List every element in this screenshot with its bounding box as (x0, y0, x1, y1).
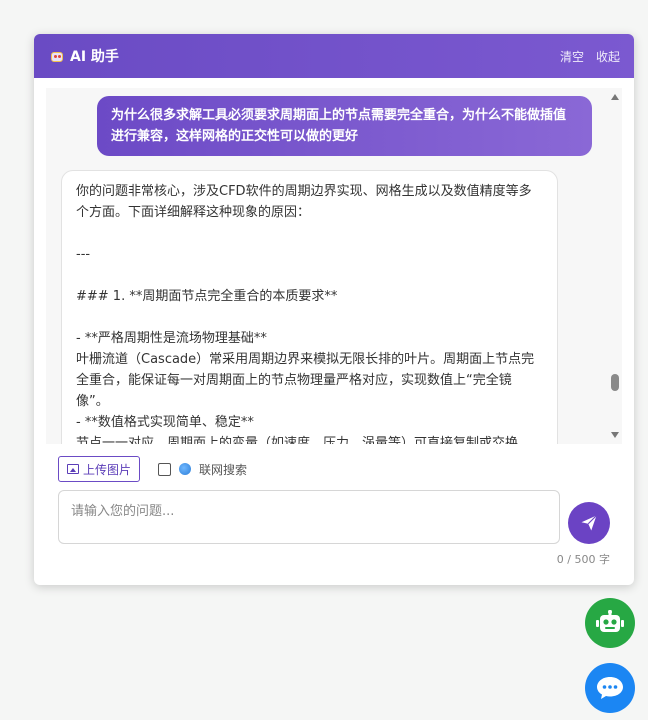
web-search-label: 联网搜索 (199, 462, 248, 477)
panel-title-group: AI 助手 (50, 46, 119, 66)
header-actions: 清空 收起 (560, 48, 620, 65)
robot-icon (50, 49, 64, 63)
image-icon (67, 464, 79, 474)
scroll-up-icon[interactable] (611, 94, 619, 100)
web-search-checkbox[interactable] (158, 462, 172, 476)
send-button[interactable] (568, 502, 610, 544)
ai-message: 你的问题非常核心，涉及CFD软件的周期边界实现、网格生成以及数值精度等多个方面。… (61, 170, 558, 444)
upload-image-button[interactable]: 上传图片 (58, 456, 141, 482)
robot-fab-button[interactable] (585, 598, 635, 648)
collapse-button[interactable]: 收起 (596, 48, 620, 65)
scrollbar-thumb[interactable] (611, 374, 619, 391)
panel-title: AI 助手 (70, 49, 119, 65)
ai-assistant-panel: AI 助手 清空 收起 为什么很多求解工具必须要求周期面上的节点需要完全重合，为… (34, 34, 634, 585)
clear-button[interactable]: 清空 (560, 48, 584, 65)
input-toolbar: 上传图片 联网搜索 (58, 456, 247, 482)
upload-image-label: 上传图片 (83, 462, 132, 477)
globe-icon (179, 463, 192, 475)
paper-plane-icon (581, 515, 597, 531)
chat-bubble-icon (597, 677, 623, 699)
user-message: 为什么很多求解工具必须要求周期面上的节点需要完全重合，为什么不能做插值进行兼容，… (97, 96, 592, 156)
panel-header: AI 助手 清空 收起 (34, 34, 634, 78)
chat-fab-button[interactable] (585, 663, 635, 713)
question-input[interactable] (58, 490, 560, 544)
robot-icon (596, 610, 624, 632)
scroll-down-icon[interactable] (611, 432, 619, 438)
web-search-toggle[interactable]: 联网搜索 (158, 461, 247, 478)
chat-history[interactable]: 为什么很多求解工具必须要求周期面上的节点需要完全重合，为什么不能做插值进行兼容，… (46, 88, 622, 444)
character-counter: 0 / 500 字 (556, 553, 610, 566)
chat-scrollbar[interactable] (608, 88, 622, 444)
